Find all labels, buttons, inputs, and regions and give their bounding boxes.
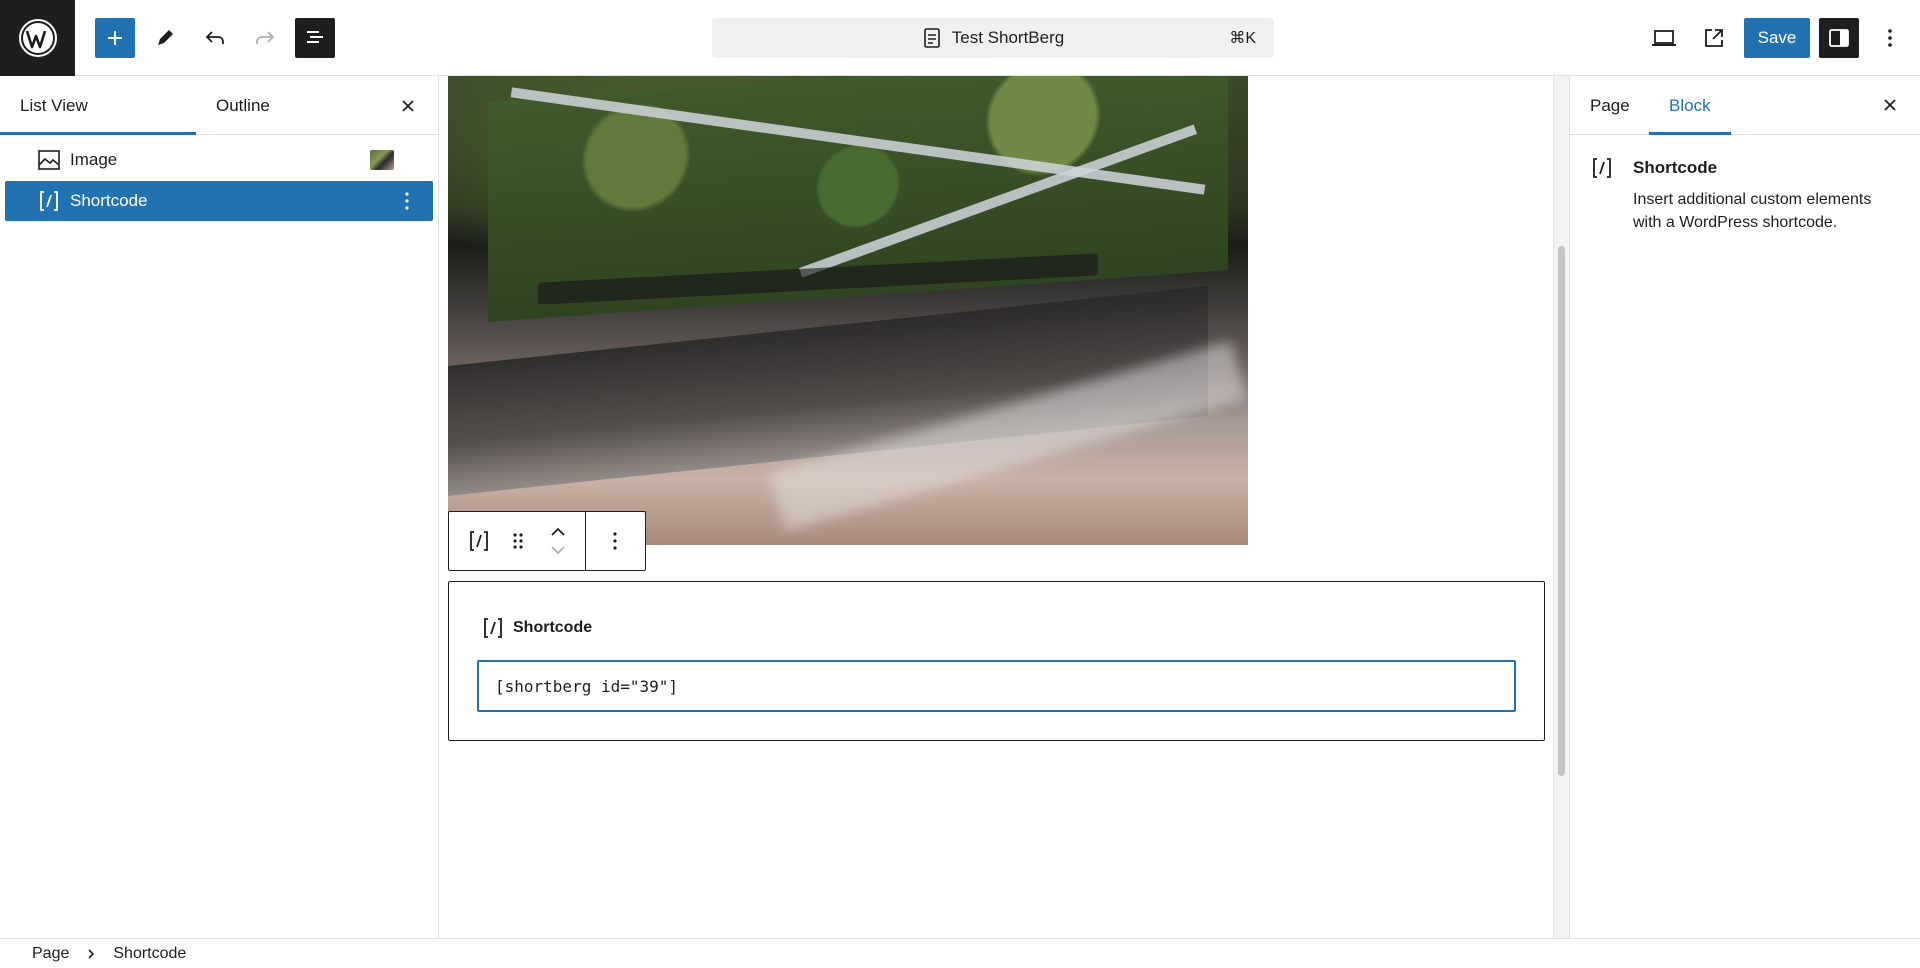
shortcode-icon: [484, 618, 502, 638]
add-block-button[interactable]: [95, 18, 135, 58]
shortcode-input[interactable]: [shortberg id="39"]: [477, 660, 1516, 712]
image-block[interactable]: [448, 76, 1248, 545]
list-view-tabs: List View Outline: [0, 76, 438, 135]
editor-canvas[interactable]: Shortcode [shortberg id="39"]: [440, 76, 1554, 938]
settings-button[interactable]: [1819, 18, 1859, 58]
view-page-button[interactable]: [1694, 18, 1734, 58]
pencil-icon: [158, 30, 173, 45]
page-icon: [923, 28, 940, 48]
list-view-icon: [307, 31, 323, 43]
drag-handle-icon: [513, 533, 523, 549]
redo-icon: [256, 31, 275, 44]
scrollbar-thumb[interactable]: [1558, 246, 1565, 776]
undo-button[interactable]: [195, 18, 235, 58]
close-icon: [1884, 99, 1896, 111]
wordpress-icon: [18, 19, 57, 57]
settings-sidebar: Page Block Shortcode Insert additional c…: [1569, 76, 1920, 938]
save-button[interactable]: Save: [1744, 18, 1810, 58]
shortcode-icon: [37, 189, 61, 213]
shortcode-block[interactable]: Shortcode [shortberg id="39"]: [448, 581, 1545, 741]
active-tab-indicator: [1649, 132, 1731, 135]
list-item-label: Shortcode: [70, 191, 148, 210]
tab-page[interactable]: Page: [1590, 76, 1630, 135]
list-item-image[interactable]: Image: [5, 140, 433, 180]
tab-outline[interactable]: Outline: [216, 76, 270, 135]
shortcode-block-title: Shortcode: [513, 619, 593, 636]
shortcode-icon: [470, 531, 488, 551]
chevron-up-down-icon: [551, 527, 565, 555]
wordpress-logo-button[interactable]: [0, 0, 75, 76]
command-palette-bar[interactable]: Test ShortBerg ⌘K: [712, 18, 1274, 58]
shortcode-block-header: Shortcode: [481, 616, 592, 640]
block-more-options-button[interactable]: [593, 512, 637, 570]
list-item-label: Image: [70, 150, 118, 169]
undo-icon: [205, 31, 224, 44]
document-overview-button[interactable]: [295, 18, 335, 58]
block-card-title: Shortcode: [1633, 158, 1718, 177]
block-type-button[interactable]: [459, 512, 499, 570]
image-icon: [37, 148, 61, 172]
image-thumbnail: [370, 150, 394, 170]
external-link-icon: [1705, 29, 1723, 47]
document-overview-panel: List View Outline Image Shortcode: [0, 76, 439, 938]
sidebar-icon: [1829, 29, 1849, 47]
chevron-right-icon: [85, 948, 97, 960]
more-vertical-icon: [613, 532, 617, 550]
more-vertical-icon: [1888, 29, 1892, 47]
block-card-description: Insert additional custom elements with a…: [1633, 191, 1872, 231]
sidebar-tabs: Page Block: [1570, 76, 1920, 135]
canvas-scrollbar[interactable]: [1553, 76, 1569, 938]
list-item-shortcode[interactable]: Shortcode: [5, 181, 433, 221]
move-up-down-buttons[interactable]: [541, 512, 575, 570]
block-options-button[interactable]: [395, 189, 419, 213]
drag-handle[interactable]: [503, 512, 533, 570]
breadcrumb: Page Shortcode: [0, 938, 1920, 968]
close-icon: [402, 100, 414, 112]
view-button[interactable]: [1644, 18, 1684, 58]
document-title: Test ShortBerg: [951, 28, 1065, 47]
breadcrumb-item-page[interactable]: Page: [32, 945, 69, 963]
options-button[interactable]: [1870, 18, 1910, 58]
command-shortcut: ⌘K: [1229, 30, 1256, 47]
plus-icon: [108, 31, 122, 45]
breadcrumb-item-shortcode: Shortcode: [113, 944, 187, 962]
tab-list-view[interactable]: List View: [20, 76, 88, 135]
shortcode-icon: [1590, 156, 1614, 180]
toolbar-divider: [585, 512, 586, 570]
active-tab-indicator: [0, 132, 196, 135]
editor-header: Test ShortBerg ⌘K Save: [0, 0, 1920, 76]
tab-block[interactable]: Block: [1669, 76, 1711, 135]
desktop-icon: [1652, 30, 1676, 46]
redo-button[interactable]: [245, 18, 285, 58]
close-list-view-button[interactable]: [396, 94, 420, 118]
more-vertical-icon: [405, 192, 409, 210]
close-settings-button[interactable]: [1878, 93, 1902, 117]
tools-button[interactable]: [145, 18, 185, 58]
block-toolbar: [448, 511, 646, 571]
